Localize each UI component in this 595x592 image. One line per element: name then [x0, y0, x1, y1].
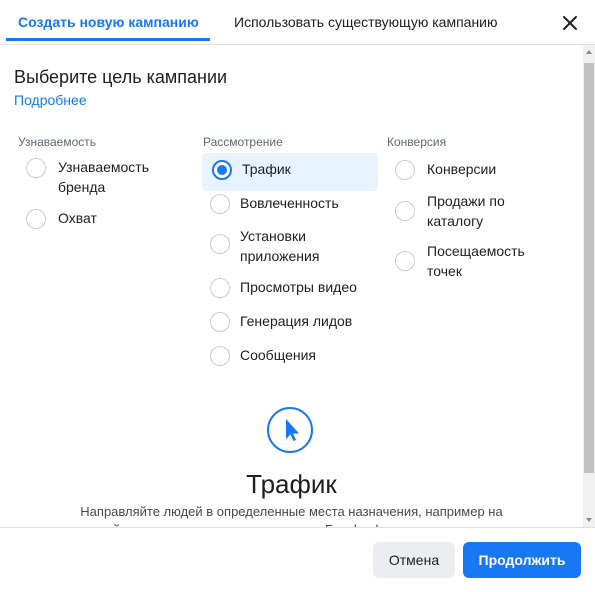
- radio-button[interactable]: [210, 278, 230, 298]
- objective-messages[interactable]: Сообщения: [210, 345, 370, 366]
- radio-button[interactable]: [210, 312, 230, 332]
- tab-use-existing-campaign[interactable]: Использовать существующую кампанию: [234, 14, 498, 30]
- radio-button[interactable]: [395, 201, 415, 221]
- objective-reach[interactable]: Охват: [26, 208, 176, 229]
- scroll-down-icon[interactable]: [583, 515, 595, 525]
- learn-more-link[interactable]: Подробнее: [14, 92, 87, 108]
- cancel-button[interactable]: Отмена: [373, 542, 455, 578]
- column-title-awareness: Узнаваемость: [18, 135, 97, 149]
- tab-create-new-campaign[interactable]: Создать новую кампанию: [18, 14, 199, 30]
- radio-button[interactable]: [210, 346, 230, 366]
- objective-conversions[interactable]: Конверсии: [395, 159, 545, 180]
- radio-button[interactable]: [26, 158, 46, 178]
- objective-lead-generation[interactable]: Генерация лидов: [210, 311, 370, 332]
- radio-button[interactable]: [210, 234, 230, 254]
- radio-button-checked[interactable]: [212, 160, 232, 180]
- objective-label: Трафик: [242, 161, 291, 177]
- objective-label: Генерация лидов: [240, 313, 353, 329]
- radio-button[interactable]: [210, 194, 230, 214]
- objective-catalog-sales[interactable]: Продажи по каталогу: [395, 191, 515, 231]
- objective-title: Трафик: [246, 469, 337, 499]
- objective-label: Продажи по каталогу: [427, 193, 505, 229]
- objective-traffic[interactable]: Трафик: [202, 153, 378, 191]
- active-tab-indicator: [6, 38, 210, 41]
- dialog-footer: Отмена Продолжить: [0, 527, 595, 592]
- objective-label: Сообщения: [240, 347, 316, 363]
- objective-video-views[interactable]: Просмотры видео: [210, 277, 370, 298]
- continue-button[interactable]: Продолжить: [463, 542, 581, 578]
- column-title-conversion: Конверсия: [387, 135, 447, 149]
- radio-button[interactable]: [395, 160, 415, 180]
- radio-button[interactable]: [395, 251, 415, 271]
- objective-brand-awareness[interactable]: Узнаваемость бренда: [26, 157, 176, 197]
- objective-label: Узнаваемость бренда: [58, 159, 150, 195]
- objective-content: Выберите цель кампании Подробнее Узнавае…: [0, 45, 583, 527]
- objective-label: Конверсии: [427, 161, 497, 177]
- page-title: Выберите цель кампании: [14, 67, 228, 87]
- objective-store-traffic[interactable]: Посещаемость точек: [395, 241, 545, 281]
- objective-engagement[interactable]: Вовлеченность: [210, 193, 370, 214]
- radio-button[interactable]: [26, 209, 46, 229]
- objective-label: Посещаемость точек: [427, 243, 525, 279]
- objective-label: Установки приложения: [240, 228, 320, 264]
- close-button[interactable]: [560, 13, 580, 33]
- objective-label: Вовлеченность: [240, 195, 339, 211]
- objective-description: Направляйте людей в определенные места н…: [80, 504, 503, 527]
- objective-label: Просмотры видео: [240, 279, 357, 295]
- objective-label: Охват: [58, 210, 97, 226]
- content-scrollbar[interactable]: [583, 45, 595, 527]
- close-icon: [563, 16, 577, 30]
- cursor-icon: [286, 419, 299, 441]
- campaign-tabs: Создать новую кампанию Использовать суще…: [0, 0, 595, 45]
- objective-icon-circle: [267, 407, 313, 453]
- scroll-up-icon[interactable]: [583, 47, 595, 57]
- objective-app-installs[interactable]: Установки приложения: [210, 226, 360, 266]
- scroll-thumb[interactable]: [584, 63, 594, 473]
- column-title-consideration: Рассмотрение: [203, 135, 283, 149]
